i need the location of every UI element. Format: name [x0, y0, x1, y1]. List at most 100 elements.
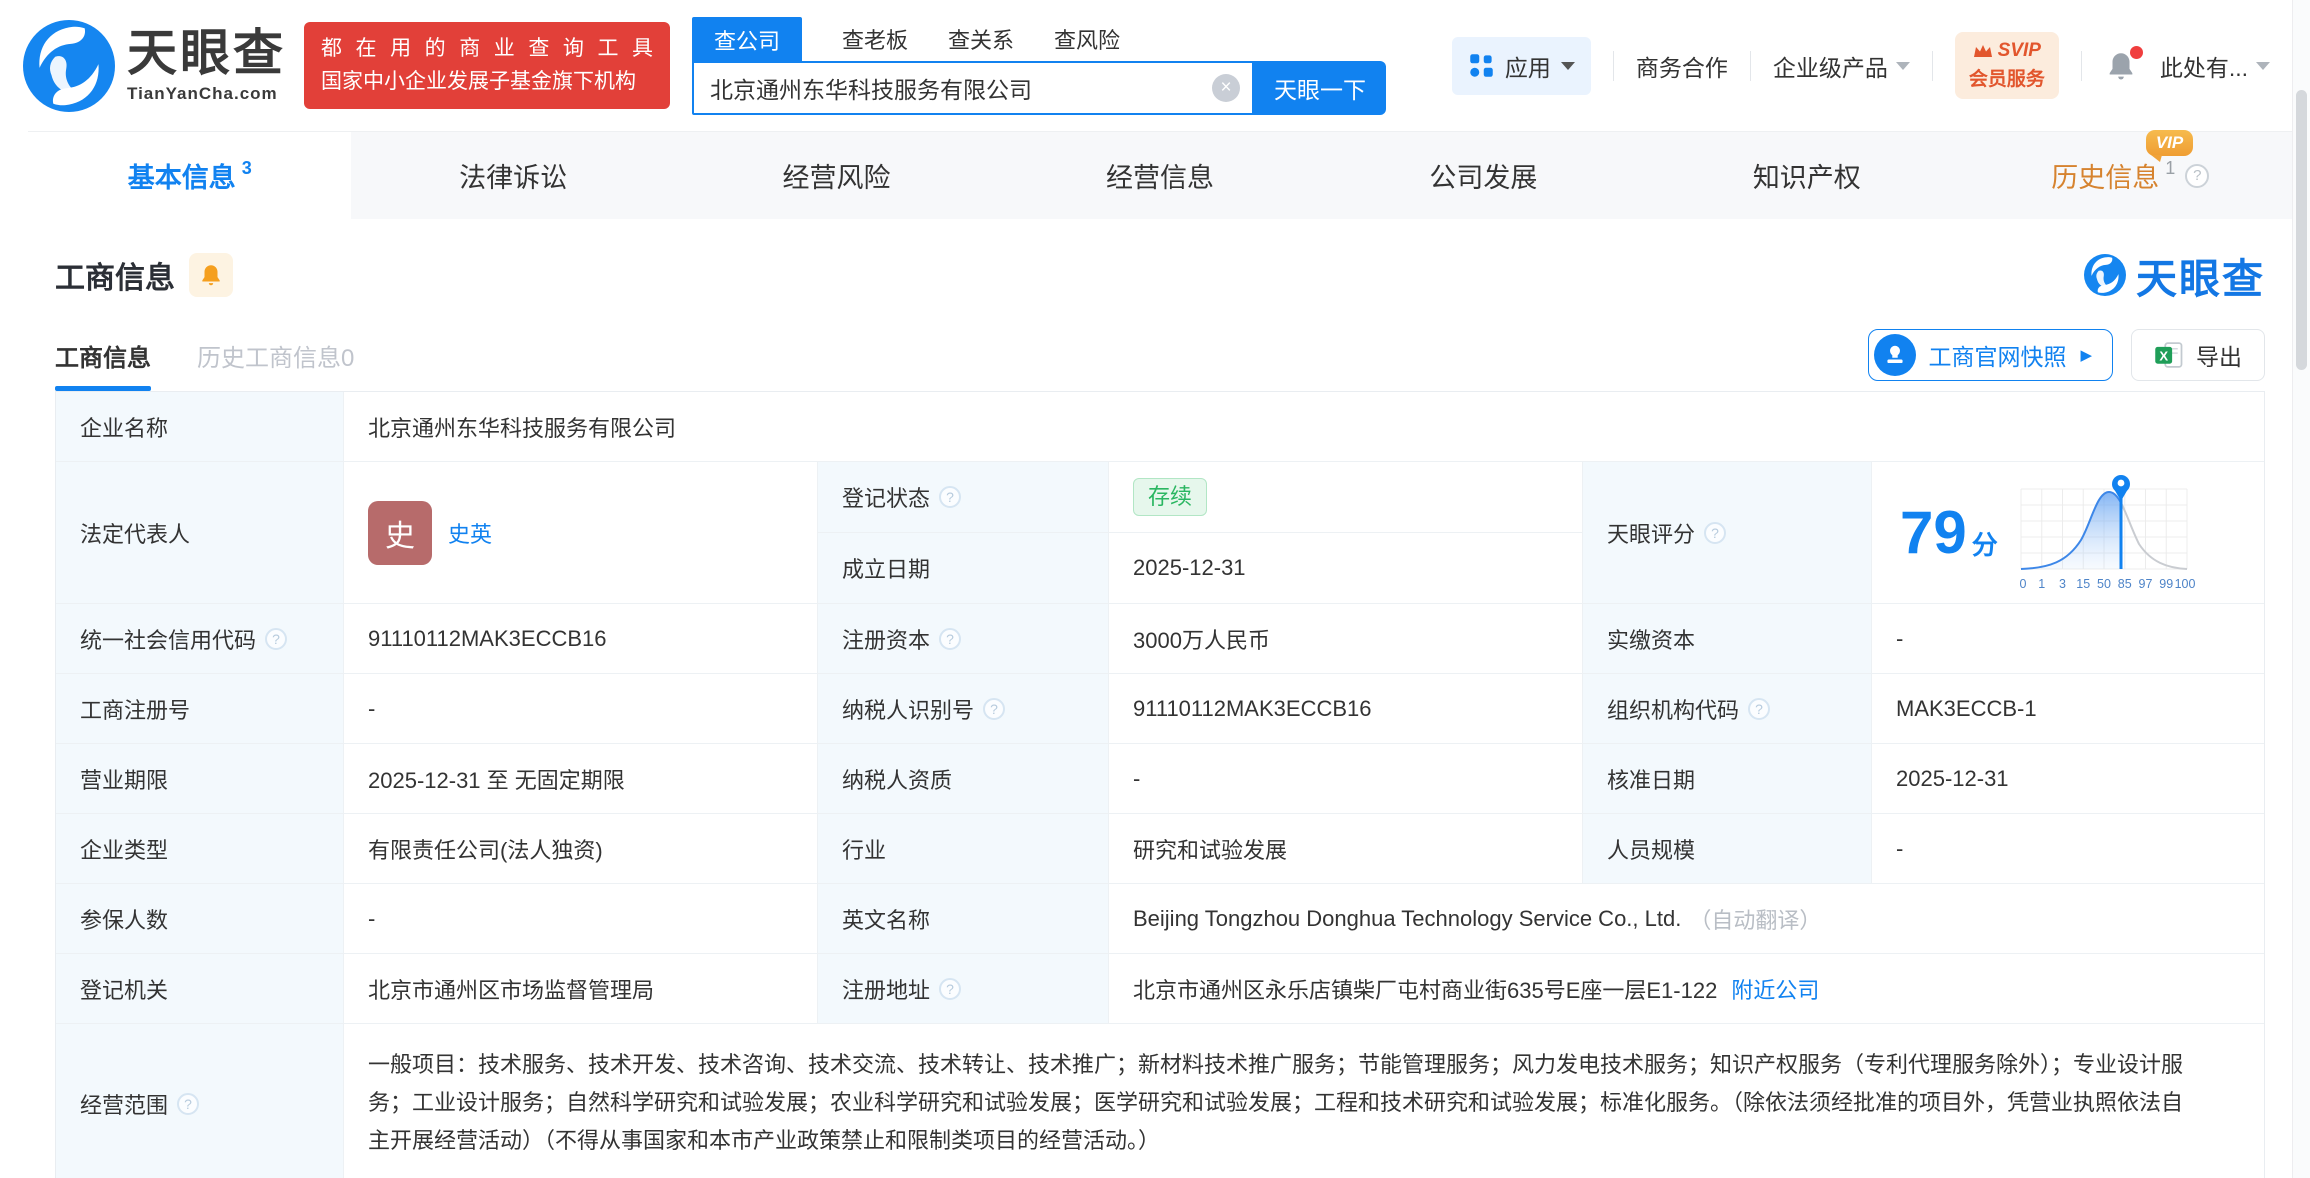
label-text: 组织机构代码 [1607, 693, 1739, 725]
field-label-business-scope: 经营范围 ? [56, 1024, 344, 1178]
svg-text:97: 97 [2138, 577, 2152, 591]
field-value-registration-number: - [344, 674, 818, 744]
monitor-bell-icon[interactable] [189, 253, 233, 297]
field-value-registration-authority: 北京市通州区市场监督管理局 [344, 954, 818, 1024]
user-name: 此处有... [2160, 49, 2248, 83]
label-text: 经营范围 [80, 1088, 168, 1120]
help-icon[interactable]: ? [983, 698, 1005, 720]
search-tab-boss[interactable]: 查老板 [842, 17, 908, 61]
svg-text:0: 0 [2019, 577, 2026, 591]
help-icon[interactable]: ? [939, 486, 961, 508]
label-text: 实缴资本 [1607, 623, 1695, 655]
subtab-history-business-info[interactable]: 历史工商信息0 [197, 338, 354, 391]
field-value-company-type: 有限责任公司(法人独资) [344, 814, 818, 884]
table-actions: 工商官网快照 ▶ X 导出 [1868, 329, 2265, 391]
subtab-business-info[interactable]: 工商信息 [55, 338, 151, 391]
search-input-wrap: × [692, 61, 1254, 115]
snapshot-label: 工商官网快照 [1928, 338, 2066, 372]
help-icon[interactable]: ? [2185, 164, 2209, 188]
label-text: 人员规模 [1607, 833, 1695, 865]
legal-representative-link[interactable]: 史英 [448, 517, 492, 549]
label-text: 工商注册号 [80, 693, 190, 725]
help-icon[interactable]: ? [1748, 698, 1770, 720]
stamp-icon [1874, 334, 1916, 376]
search-row: × 天眼一下 [692, 61, 1386, 115]
field-label-legal-representative: 法定代表人 [56, 462, 344, 604]
company-section-tabs: 基本信息 3 法律诉讼 经营风险 经营信息 公司发展 知识产权 历史信息 VIP… [28, 131, 2292, 219]
tianyancha-company-page: 天眼查 TianYanCha.com 都在用的商业查询工具 国家中小企业发展子基… [0, 0, 2310, 1178]
clear-icon[interactable]: × [1212, 74, 1240, 102]
tab-label: 经营风险 [783, 156, 891, 195]
help-icon[interactable]: ? [1704, 522, 1726, 544]
svip-sublabel: 会员服务 [1969, 64, 2045, 91]
tab-count: 1 [2165, 158, 2175, 179]
svg-text:X: X [2159, 349, 2168, 364]
score-number: 79 分 [1900, 503, 1998, 563]
search-tab-risk[interactable]: 查风险 [1054, 17, 1120, 61]
tab-legal-litigation[interactable]: 法律诉讼 [351, 132, 674, 219]
help-icon[interactable]: ? [177, 1093, 199, 1115]
help-icon[interactable]: ? [265, 628, 287, 650]
search-tab-company[interactable]: 查公司 [692, 17, 802, 63]
field-value-business-scope: 一般项目：技术服务、技术开发、技术咨询、技术交流、技术转让、技术推广；新材料技术… [344, 1024, 2264, 1178]
label-text: 参保人数 [80, 903, 168, 935]
tab-label: 历史信息 [2051, 163, 2159, 193]
svip-label: SVIP [1998, 40, 2041, 62]
field-value-approval-date: 2025-12-31 [1872, 744, 2264, 814]
search-tab-relation[interactable]: 查关系 [948, 17, 1014, 61]
avatar[interactable]: 史 [368, 501, 432, 565]
scrollbar-track[interactable] [2292, 0, 2310, 1178]
business-cooperation-link[interactable]: 商务合作 [1636, 49, 1728, 83]
official-snapshot-button[interactable]: 工商官网快照 ▶ [1868, 329, 2113, 381]
label-text: 核准日期 [1607, 763, 1695, 795]
tab-label: 公司发展 [1429, 156, 1537, 195]
subtab-label: 历史工商信息 [197, 345, 341, 372]
field-value-tianyan-score[interactable]: 79 分 [1872, 462, 2264, 604]
tab-history-info[interactable]: 历史信息 VIP 1 ? [1969, 132, 2292, 219]
tab-basic-info[interactable]: 基本信息 3 [28, 132, 351, 219]
label-text: 纳税人识别号 [842, 693, 974, 725]
field-label-industry: 行业 [818, 814, 1109, 884]
tab-operating-info[interactable]: 经营信息 [998, 132, 1321, 219]
tab-operating-risk[interactable]: 经营风险 [675, 132, 998, 219]
field-value-taxpayer-id: 91110112MAK3ECCB16 [1109, 674, 1583, 744]
business-info-section: 工商信息 天眼查 工商信息 历史工商信息0 [28, 219, 2292, 1178]
field-label-company-type: 企业类型 [56, 814, 344, 884]
field-value-organization-code: MAK3ECCB-1 [1872, 674, 2264, 744]
enterprise-products-link[interactable]: 企业级产品 [1773, 49, 1910, 83]
svip-member-badge[interactable]: SVIP 会员服务 [1955, 32, 2059, 99]
label-text: 企业类型 [80, 833, 168, 865]
search-input[interactable] [694, 74, 1252, 101]
user-menu[interactable]: 此处有... [2160, 49, 2270, 83]
field-value-industry: 研究和试验发展 [1109, 814, 1583, 884]
apps-menu[interactable]: 应用 [1452, 37, 1591, 95]
field-value-registered-capital: 3000万人民币 [1109, 604, 1583, 674]
tab-company-development[interactable]: 公司发展 [1322, 132, 1645, 219]
score-distribution-chart: 0 1 3 15 50 85 97 99 100 [2012, 468, 2196, 598]
scrollbar-thumb[interactable] [2296, 90, 2307, 370]
field-value-paid-in-capital: - [1872, 604, 2264, 674]
crown-icon [1973, 44, 1993, 58]
label-text: 英文名称 [842, 903, 930, 935]
help-icon[interactable]: ? [939, 628, 961, 650]
divider [1932, 51, 1933, 81]
label-text: 法定代表人 [80, 517, 190, 549]
field-label-paid-in-capital: 实缴资本 [1583, 604, 1872, 674]
export-button[interactable]: X 导出 [2131, 329, 2265, 381]
field-label-staff-size: 人员规模 [1583, 814, 1872, 884]
label-text: 纳税人资质 [842, 763, 952, 795]
field-value-company-name: 北京通州东华科技服务有限公司 [344, 392, 2264, 462]
field-value-insured-count: - [344, 884, 818, 954]
notifications-bell[interactable] [2104, 49, 2138, 83]
field-value-english-name: Beijing Tongzhou Donghua Technology Serv… [1109, 884, 2264, 954]
search-button[interactable]: 天眼一下 [1254, 61, 1386, 115]
tianyancha-logo[interactable]: 天眼查 TianYanCha.com [23, 20, 286, 112]
promo-line1: 都在用的商业查询工具 [321, 33, 653, 66]
field-value-taxpayer-quality: - [1109, 744, 1583, 814]
apps-grid-icon [1468, 52, 1495, 79]
nearby-companies-link[interactable]: 附近公司 [1731, 973, 1819, 1005]
bell-icon [198, 262, 224, 288]
tab-intellectual-property[interactable]: 知识产权 [1645, 132, 1968, 219]
help-icon[interactable]: ? [939, 978, 961, 1000]
auto-translate-note: （自动翻译） [1689, 903, 1821, 935]
